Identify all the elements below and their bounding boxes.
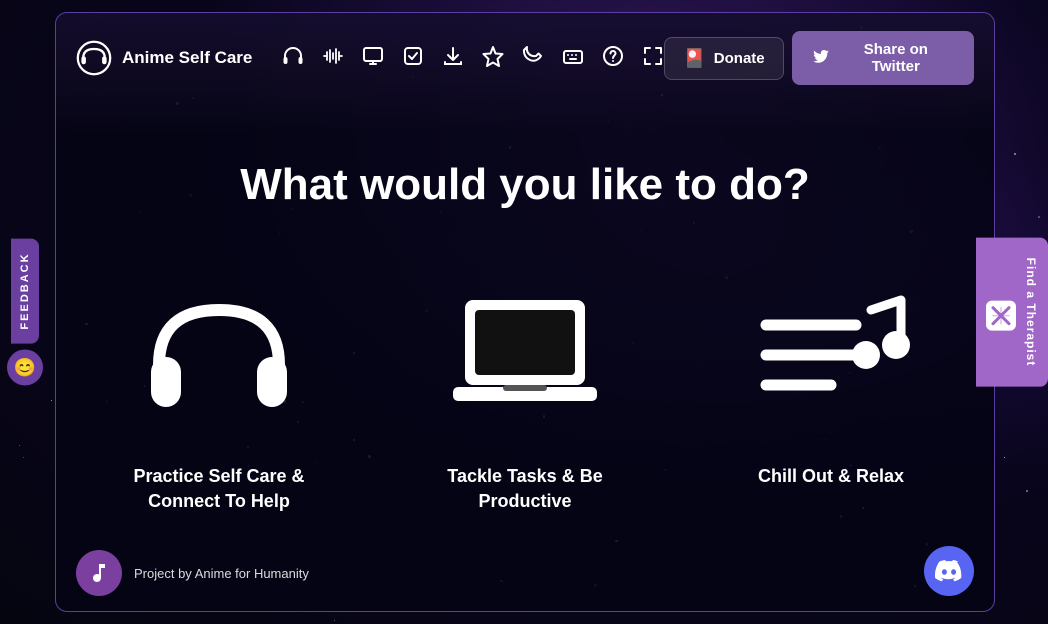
therapist-tab[interactable]: Find a Therapist [976, 238, 1048, 387]
therapist-logo [986, 301, 1016, 331]
nav-download-icon[interactable] [442, 45, 464, 71]
therapist-label: Find a Therapist [1024, 258, 1038, 367]
relax-card[interactable]: Chill Out & Relax [708, 270, 954, 489]
cards-row: Practice Self Care & Connect To Help [96, 270, 954, 514]
donate-button[interactable]: 🎴 Donate [664, 37, 783, 80]
self-care-card[interactable]: Practice Self Care & Connect To Help [96, 270, 342, 514]
twitter-icon [812, 47, 830, 69]
app-logo-icon [76, 40, 112, 76]
donate-label: Donate [714, 50, 765, 67]
nav-phone-icon[interactable] [522, 45, 544, 71]
feedback-sidebar: FEEDBACK 😊 [7, 238, 43, 385]
page-title: What would you like to do? [240, 160, 810, 210]
nav-waveform-icon[interactable] [322, 45, 344, 71]
music-list-card-icon [751, 270, 911, 440]
header: Anime Self Care [56, 13, 994, 103]
header-buttons: 🎴 Donate Share on Twitter [664, 31, 974, 85]
app-window: Anime Self Care [55, 12, 995, 612]
footer: Project by Anime for Humanity [76, 550, 309, 596]
emoji-feedback-button[interactable]: 😊 [7, 350, 43, 386]
logo-area[interactable]: Anime Self Care [76, 40, 252, 76]
nav-monitor-icon[interactable] [362, 45, 384, 71]
productive-label: Tackle Tasks & Be Productive [402, 464, 648, 514]
nav-icons [282, 45, 664, 71]
nav-headphones-icon[interactable] [282, 45, 304, 71]
project-credit: Project by Anime for Humanity [134, 566, 309, 581]
nav-checkbox-icon[interactable] [402, 45, 424, 71]
self-care-label: Practice Self Care & Connect To Help [96, 464, 342, 514]
twitter-share-button[interactable]: Share on Twitter [792, 31, 974, 85]
music-player-button[interactable] [76, 550, 122, 596]
nav-help-icon[interactable] [602, 45, 624, 71]
headphones-card-icon [139, 270, 299, 440]
laptop-card-icon [445, 270, 605, 440]
nav-fullscreen-icon[interactable] [642, 45, 664, 71]
app-title: Anime Self Care [122, 48, 252, 68]
heart-icon: 🎴 [683, 48, 705, 69]
relax-label: Chill Out & Relax [758, 464, 904, 489]
feedback-tab[interactable]: FEEDBACK [11, 238, 39, 343]
nav-keyboard-icon[interactable] [562, 45, 584, 71]
main-content: What would you like to do? Practice Self… [56, 103, 994, 611]
therapist-sidebar: Find a Therapist [976, 238, 1048, 387]
nav-star-icon[interactable] [482, 45, 504, 71]
discord-button[interactable] [924, 546, 974, 596]
twitter-label: Share on Twitter [838, 41, 954, 75]
productive-card[interactable]: Tackle Tasks & Be Productive [402, 270, 648, 514]
